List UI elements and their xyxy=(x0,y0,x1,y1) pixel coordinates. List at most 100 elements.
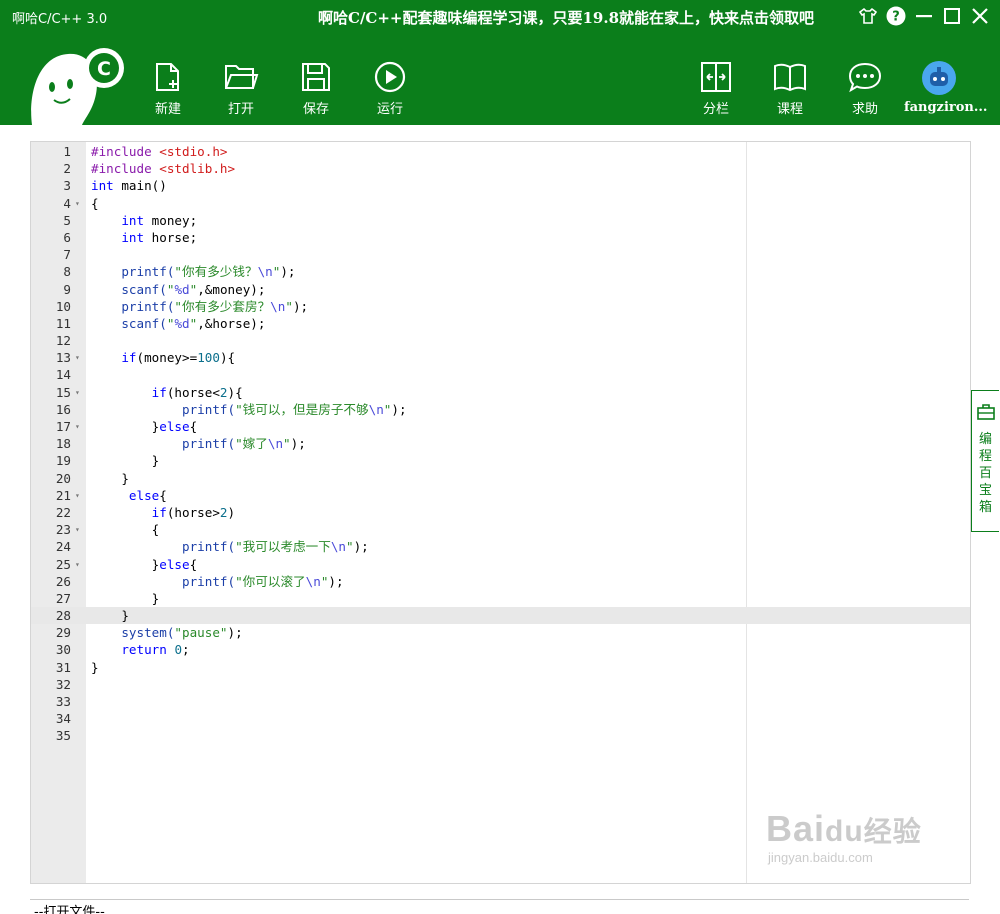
line-number: 17 xyxy=(55,419,71,434)
user-account-button[interactable]: fangziron... xyxy=(904,60,988,120)
line-number: 11 xyxy=(55,315,71,331)
folder-open-icon xyxy=(225,65,259,89)
line-number: 2 xyxy=(63,161,71,177)
fold-arrow-icon[interactable]: ▾ xyxy=(75,349,80,366)
line-number: 21 xyxy=(55,487,71,503)
code-line[interactable]: 2 #include <stdlib.h> xyxy=(31,160,970,177)
user-name: fangziron... xyxy=(904,100,988,115)
code-line[interactable]: 11 scanf("%d",&horse); xyxy=(31,315,970,332)
line-number: 3 xyxy=(63,178,71,194)
course-button[interactable]: 课程 xyxy=(760,60,820,120)
line-number: 28 xyxy=(55,608,71,624)
line-number: 12 xyxy=(55,333,71,349)
close-icon[interactable] xyxy=(966,4,994,28)
code-lines[interactable]: 1 #include <stdio.h> 2 #include <stdlib.h>… xyxy=(31,143,970,745)
code-line[interactable]: 23 {▾ xyxy=(31,521,970,538)
save-label: 保存 xyxy=(302,102,329,117)
line-number: 5 xyxy=(63,212,71,228)
maximize-icon[interactable] xyxy=(938,4,966,28)
toolbox-side-tab[interactable]: 编程百宝箱 xyxy=(971,390,999,532)
line-number: 7 xyxy=(63,247,71,263)
line-number: 23 xyxy=(55,522,71,538)
code-line[interactable]: 22 if(horse>2) xyxy=(31,504,970,521)
fold-arrow-icon[interactable]: ▾ xyxy=(75,487,80,504)
run-button[interactable]: 运行 xyxy=(360,60,420,120)
fold-arrow-icon[interactable]: ▾ xyxy=(75,195,80,212)
new-file-label: 新建 xyxy=(154,102,181,117)
split-view-icon xyxy=(701,62,731,92)
code-line[interactable]: 6 int horse; xyxy=(31,229,970,246)
code-line[interactable]: 8 printf("你有多少钱？\n"); xyxy=(31,263,970,280)
svg-text:?: ? xyxy=(892,10,900,25)
output-label: --打开文件-- xyxy=(34,905,105,914)
code-line[interactable]: 5 int money; xyxy=(31,212,970,229)
code-line[interactable]: 12 xyxy=(31,332,970,349)
fold-arrow-icon[interactable]: ▾ xyxy=(75,521,80,538)
output-panel: --打开文件-- xyxy=(30,899,969,914)
promo-banner[interactable]: 啊哈C/C++配套趣味编程学习课，只要19.8就能在家上，快来点击领取吧 xyxy=(318,7,814,28)
avatar-icon xyxy=(922,61,956,95)
line-number: 34 xyxy=(55,711,71,727)
fold-arrow-icon[interactable]: ▾ xyxy=(75,418,80,435)
code-line[interactable]: 28 } xyxy=(31,607,970,625)
code-line[interactable]: 18 printf("嫁了\n"); xyxy=(31,435,970,452)
fold-arrow-icon[interactable]: ▾ xyxy=(75,556,80,573)
line-number: 13 xyxy=(55,350,71,366)
code-line[interactable]: 35 xyxy=(31,727,970,744)
code-line[interactable]: 17 }else{▾ xyxy=(31,418,970,435)
chat-bubble-icon xyxy=(848,62,882,93)
book-icon xyxy=(774,63,806,92)
help-request-label: 求助 xyxy=(851,102,878,117)
code-line[interactable]: 27 } xyxy=(31,590,970,607)
baidu-watermark: Baidu经验 jingyan.baidu.com xyxy=(766,808,922,865)
help-request-button[interactable]: 求助 xyxy=(835,60,895,120)
line-number: 16 xyxy=(55,401,71,417)
code-line[interactable]: 25 }else{▾ xyxy=(31,556,970,573)
help-icon[interactable]: ? xyxy=(882,4,910,28)
open-file-label: 打开 xyxy=(227,102,254,117)
code-line[interactable]: 19 } xyxy=(31,452,970,469)
line-number: 20 xyxy=(55,470,71,486)
code-line[interactable]: 14 xyxy=(31,366,970,383)
code-line[interactable]: 32 xyxy=(31,676,970,693)
line-number: 18 xyxy=(55,436,71,452)
code-line[interactable]: 1 #include <stdio.h> xyxy=(31,143,970,160)
code-line[interactable]: 4{▾ xyxy=(31,195,970,212)
save-button[interactable]: 保存 xyxy=(286,60,346,120)
code-line[interactable]: 29 system("pause"); xyxy=(31,624,970,641)
code-line[interactable]: 24 printf("我可以考虑一下\n"); xyxy=(31,538,970,555)
open-file-button[interactable]: 打开 xyxy=(211,60,271,120)
code-line[interactable]: 33 xyxy=(31,693,970,710)
code-line[interactable]: 7 xyxy=(31,246,970,263)
minimize-icon[interactable] xyxy=(910,4,938,28)
course-label: 课程 xyxy=(776,102,803,117)
code-line[interactable]: 30 return 0; xyxy=(31,641,970,658)
new-file-button[interactable]: 新建 xyxy=(138,60,198,120)
split-view-button[interactable]: 分栏 xyxy=(686,60,746,120)
code-line[interactable]: 20 } xyxy=(31,470,970,487)
code-line[interactable]: 21 else{▾ xyxy=(31,487,970,504)
code-line[interactable]: 16 printf("钱可以，但是房子不够\n"); xyxy=(31,401,970,418)
code-line[interactable]: 34 xyxy=(31,710,970,727)
toolbox-label: 编程百宝箱 xyxy=(978,432,992,515)
code-line[interactable]: 31} xyxy=(31,659,970,676)
line-number: 26 xyxy=(55,573,71,589)
code-line[interactable]: 26 printf("你可以滚了\n"); xyxy=(31,573,970,590)
svg-text:C: C xyxy=(97,58,111,80)
code-line[interactable]: 13 if(money>=100){▾ xyxy=(31,349,970,366)
run-label: 运行 xyxy=(376,102,403,117)
code-line[interactable]: 9 scanf("%d",&money); xyxy=(31,281,970,298)
save-icon xyxy=(302,63,330,91)
line-number: 22 xyxy=(55,504,71,520)
code-line[interactable]: 15 if(horse<2){▾ xyxy=(31,384,970,401)
code-editor[interactable]: 1 #include <stdio.h> 2 #include <stdlib.h>… xyxy=(30,141,971,884)
app-title: 啊哈C/C++ 3.0 xyxy=(12,12,108,27)
shirt-icon[interactable] xyxy=(854,4,882,28)
line-number: 19 xyxy=(55,453,71,469)
code-line[interactable]: 3 int main() xyxy=(31,177,970,194)
line-number: 30 xyxy=(55,642,71,658)
line-number: 31 xyxy=(55,659,71,675)
line-number: 33 xyxy=(55,694,71,709)
fold-arrow-icon[interactable]: ▾ xyxy=(75,384,80,401)
code-line[interactable]: 10 printf("你有多少套房？\n"); xyxy=(31,298,970,315)
